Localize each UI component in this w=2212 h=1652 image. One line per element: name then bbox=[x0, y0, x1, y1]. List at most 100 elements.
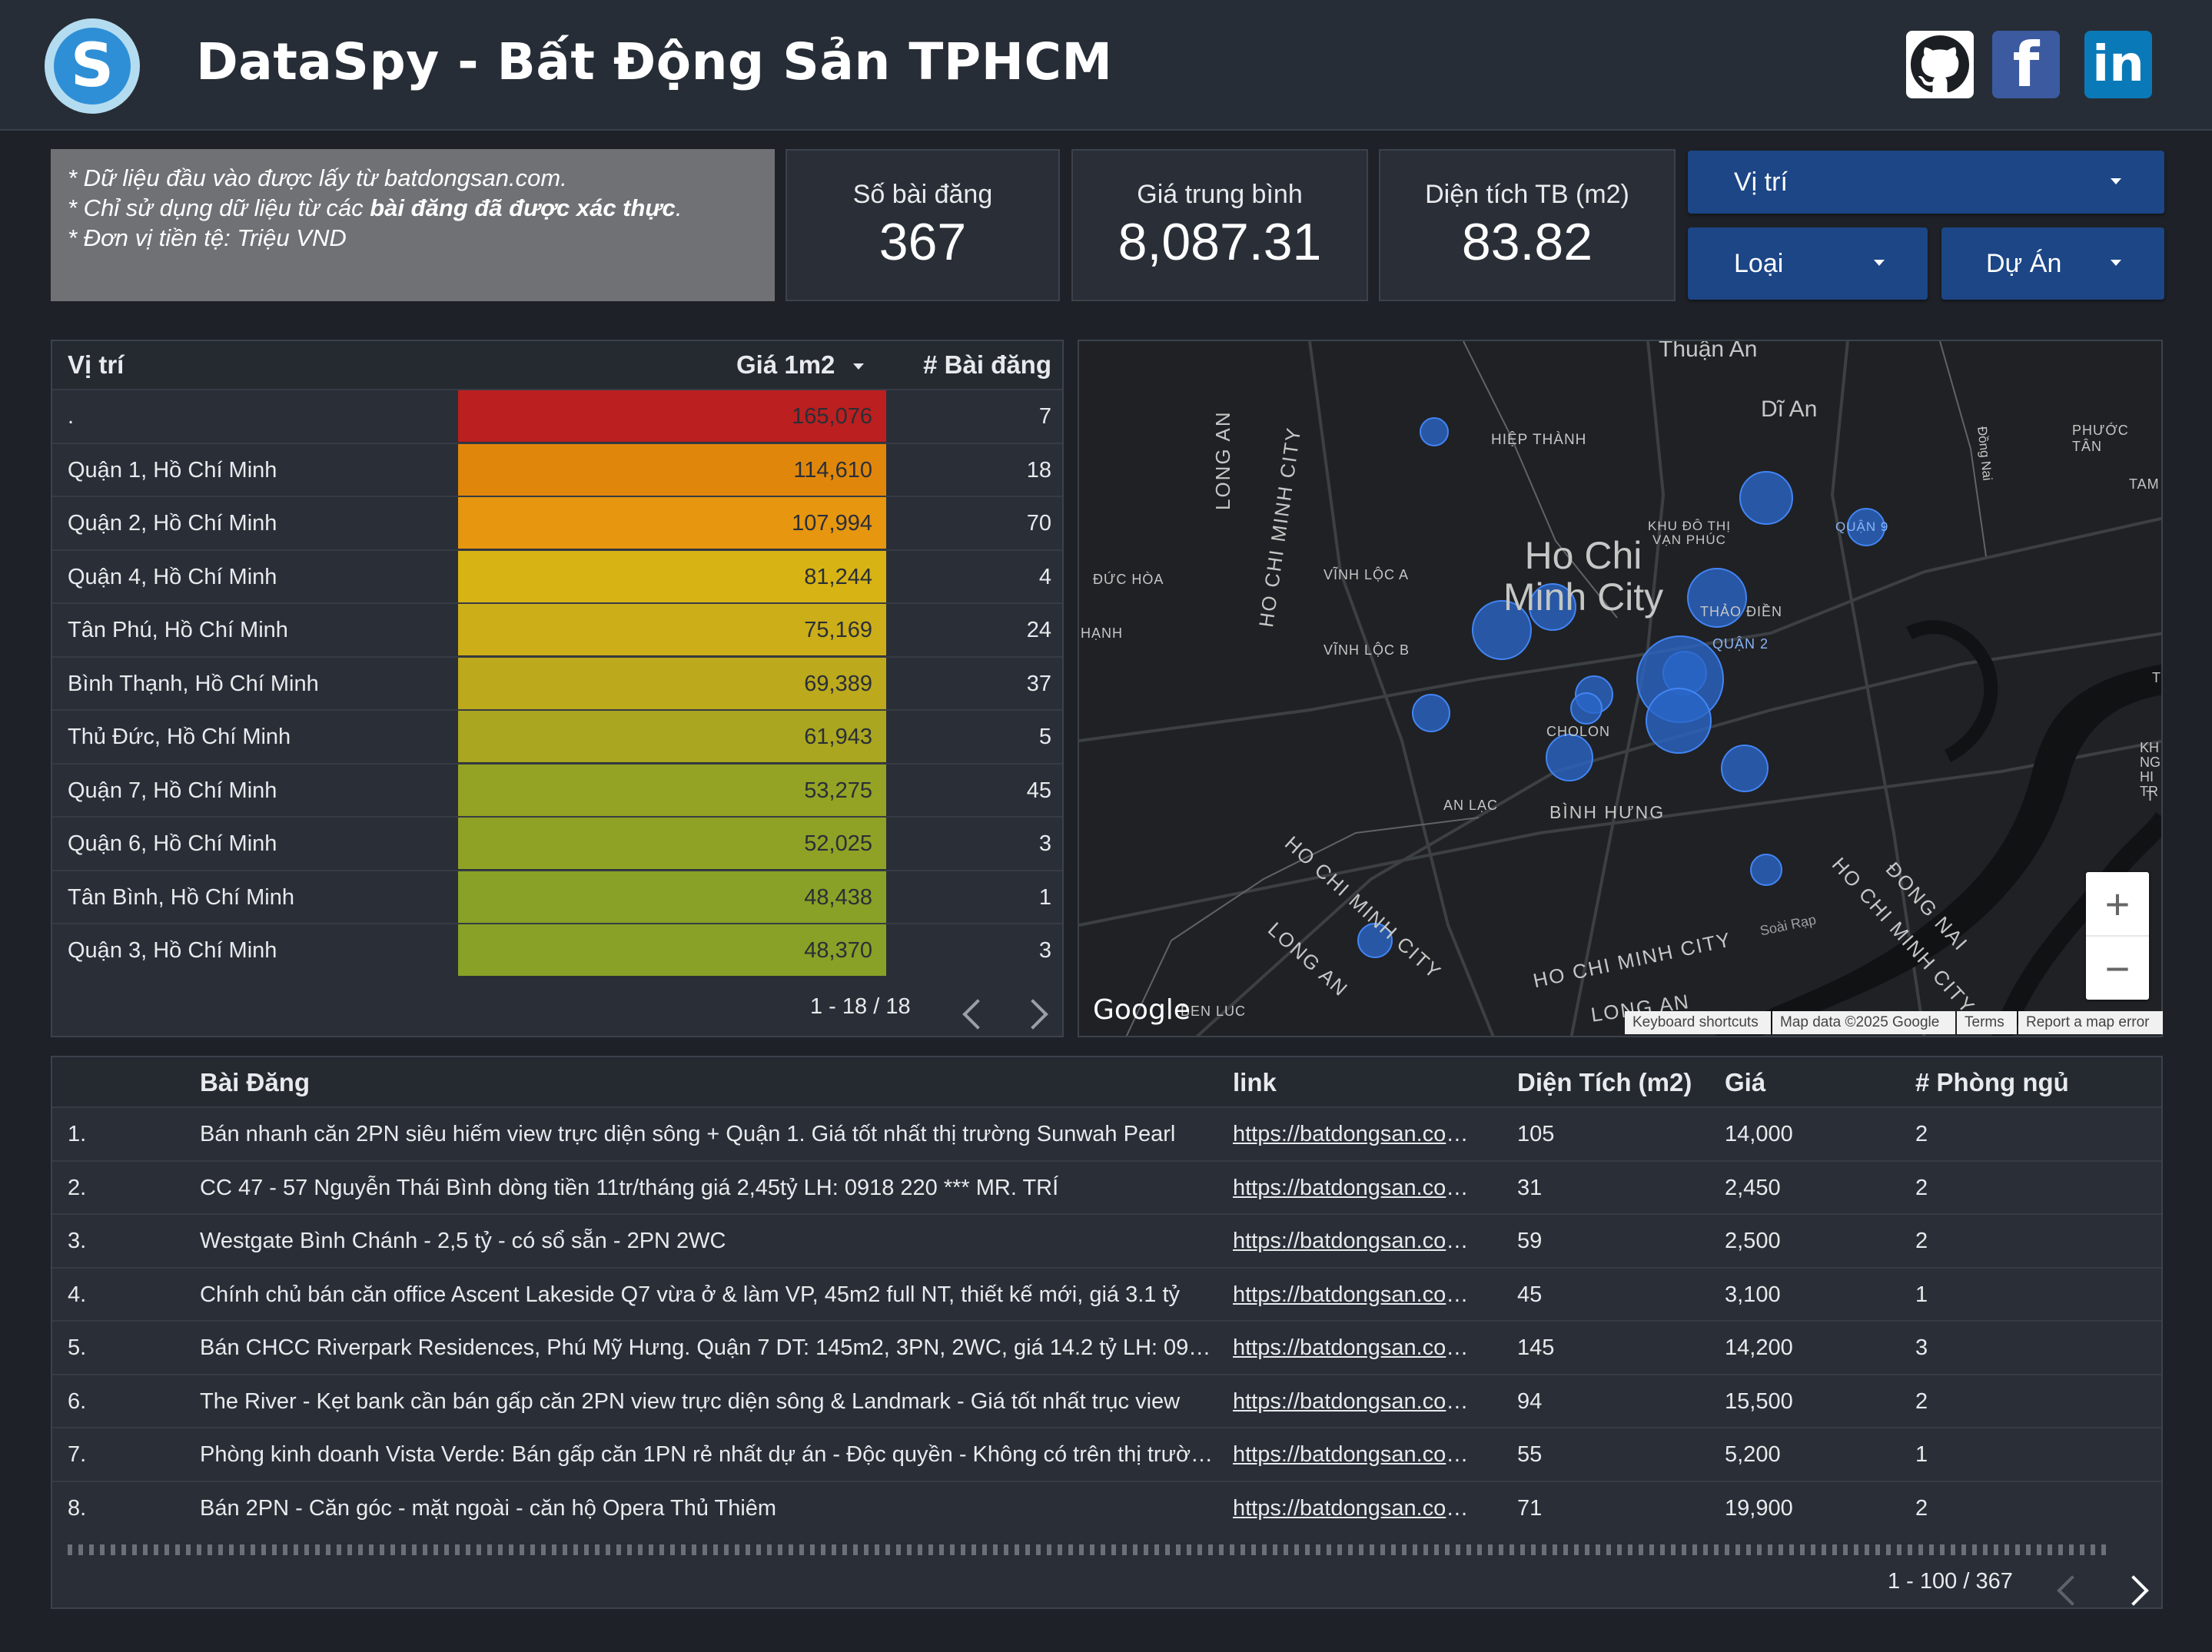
table-row[interactable]: Quận 1, Hồ Chí Minh 114,610 18 bbox=[52, 442, 1062, 497]
map-marker[interactable] bbox=[1739, 471, 1793, 525]
price-value: 61,943 bbox=[804, 725, 872, 749]
price-heat-cell: 48,370 bbox=[458, 924, 886, 976]
terms-link[interactable]: Terms bbox=[1957, 1011, 2017, 1034]
listing-link[interactable]: https://batdongsan.com.vn/... bbox=[1233, 1442, 1486, 1468]
table-row[interactable]: Quận 3, Hồ Chí Minh 48,370 3 bbox=[52, 923, 1062, 977]
table-row[interactable]: 1. Bán nhanh căn 2PN siêu hiếm view trực … bbox=[52, 1106, 2161, 1161]
table-row[interactable]: Tân Phú, Hồ Chí Minh 75,169 24 bbox=[52, 602, 1062, 657]
listing-area: 31 bbox=[1517, 1175, 1543, 1200]
col-header-price[interactable]: Giá bbox=[1725, 1068, 1765, 1097]
map-label: VĨNH LỘC A bbox=[1324, 567, 1410, 582]
table-row[interactable]: Thủ Đức, Hồ Chí Minh 61,943 5 bbox=[52, 709, 1062, 764]
linkedin-icon[interactable]: in bbox=[2084, 31, 2152, 98]
map-label: Dĩ An bbox=[1761, 396, 1818, 422]
project-filter[interactable]: Dự Án bbox=[1941, 227, 2164, 300]
table-row[interactable]: Quận 6, Hồ Chí Minh 52,025 3 bbox=[52, 816, 1062, 871]
map-label: TAM bbox=[2129, 476, 2160, 492]
prev-page-icon[interactable] bbox=[2057, 1575, 2087, 1606]
table-row[interactable]: 3. Westgate Bình Chánh - 2,5 tỷ - có sổ s… bbox=[52, 1213, 2161, 1268]
row-index: 2. bbox=[68, 1175, 87, 1200]
kpi-avg-price: Giá trung bình 8,087.31 bbox=[1071, 149, 1368, 301]
zoom-in-button[interactable]: + bbox=[2086, 872, 2149, 937]
map-marker[interactable] bbox=[1570, 692, 1603, 725]
zoom-out-button[interactable]: − bbox=[2086, 937, 2149, 1000]
map-label-line: KHU ĐÔ THỊ bbox=[1648, 519, 1731, 533]
map-marker[interactable] bbox=[1646, 688, 1712, 754]
listing-title: Bán CHCC Riverpark Residences, Phú Mỹ Hư… bbox=[200, 1335, 1214, 1360]
info-note: * Dữ liệu đầu vào được lấy từ batdongsan… bbox=[51, 149, 775, 301]
listing-title: Phòng kinh doanh Vista Verde: Bán gấp că… bbox=[200, 1442, 1214, 1467]
prev-page-icon[interactable] bbox=[962, 999, 993, 1030]
price-heat-cell: 69,389 bbox=[458, 657, 886, 709]
table-row[interactable]: Quận 2, Hồ Chí Minh 107,994 70 bbox=[52, 496, 1062, 550]
table-row[interactable]: Tân Bình, Hồ Chí Minh 48,438 1 bbox=[52, 869, 1062, 924]
kpi-label: Giá trung bình bbox=[1137, 180, 1303, 209]
table-row[interactable]: 6. The River - Kẹt bank cần bán gấp căn 2… bbox=[52, 1373, 2161, 1428]
listing-title: Westgate Bình Chánh - 2,5 tỷ - có sổ sẵn… bbox=[200, 1229, 726, 1253]
table-row[interactable]: 7. Phòng kinh doanh Vista Verde: Bán gấp … bbox=[52, 1427, 2161, 1481]
listing-link[interactable]: https://batdongsan.com.vn/... bbox=[1233, 1229, 1486, 1254]
row-index: 5. bbox=[68, 1335, 87, 1360]
table-row[interactable]: Quận 4, Hồ Chí Minh 81,244 4 bbox=[52, 549, 1062, 604]
map-marker[interactable] bbox=[1721, 745, 1769, 792]
next-page-icon[interactable] bbox=[2118, 1575, 2149, 1606]
table-row[interactable]: 4. Chính chủ bán căn office Ascent Lakesi… bbox=[52, 1266, 2161, 1322]
map-marker[interactable] bbox=[1750, 854, 1782, 886]
map-label: Thuận An bbox=[1659, 340, 1758, 362]
listing-link[interactable]: https://batdongsan.com.vn/... bbox=[1233, 1282, 1486, 1308]
listing-bedrooms: 3 bbox=[1915, 1335, 1928, 1360]
report-map-error-link[interactable]: Report a map error bbox=[2018, 1011, 2163, 1034]
listing-link[interactable]: https://batdongsan.com.vn/... bbox=[1233, 1122, 1486, 1147]
row-index: 8. bbox=[68, 1495, 87, 1521]
listing-bedrooms: 2 bbox=[1915, 1495, 1928, 1521]
col-header-price-label: Giá 1m2 bbox=[736, 350, 835, 379]
count-cell: 18 bbox=[1026, 457, 1051, 483]
price-heat-cell: 107,994 bbox=[458, 497, 886, 549]
keyboard-shortcuts-link[interactable]: Keyboard shortcuts bbox=[1625, 1011, 1771, 1034]
github-icon[interactable] bbox=[1906, 31, 1974, 98]
table-row[interactable]: 8. Bán 2PN - Căn góc - mặt ngoài - căn hộ… bbox=[52, 1480, 2161, 1535]
listing-bedrooms: 2 bbox=[1915, 1388, 1928, 1414]
dropdown-arrow-icon bbox=[1874, 260, 1885, 266]
listing-link[interactable]: https://batdongsan.com.vn/... bbox=[1233, 1176, 1486, 1201]
price-value: 75,169 bbox=[804, 618, 872, 642]
kpi-value: 367 bbox=[878, 213, 967, 271]
map-label: HẠNH bbox=[1081, 625, 1124, 641]
listing-link[interactable]: https://batdongsan.com.vn/... bbox=[1233, 1496, 1486, 1521]
table-row[interactable]: . 165,076 7 bbox=[52, 389, 1062, 443]
map-marker[interactable] bbox=[1420, 417, 1449, 446]
type-filter[interactable]: Loại bbox=[1688, 227, 1928, 300]
listing-bedrooms: 1 bbox=[1915, 1442, 1928, 1467]
listing-bedrooms: 1 bbox=[1915, 1282, 1928, 1307]
col-header-location[interactable]: Vị trí bbox=[68, 350, 124, 380]
count-cell: 7 bbox=[1038, 404, 1051, 429]
price-heat-cell: 114,610 bbox=[458, 443, 886, 496]
listing-link[interactable]: https://batdongsan.com.vn/... bbox=[1233, 1335, 1486, 1361]
google-logo: Google bbox=[1093, 994, 1191, 1026]
location-cell: Tân Bình, Hồ Chí Minh bbox=[68, 884, 294, 910]
table-row[interactable]: 5. Bán CHCC Riverpark Residences, Phú Mỹ … bbox=[52, 1320, 2161, 1375]
table-row[interactable]: Bình Thạnh, Hồ Chí Minh 69,389 37 bbox=[52, 655, 1062, 711]
map-label: PHƯỚC TÂN bbox=[2072, 423, 2129, 454]
col-header-title[interactable]: Bài Đăng bbox=[200, 1068, 310, 1097]
table-row[interactable]: Quận 7, Hồ Chí Minh 53,275 45 bbox=[52, 762, 1062, 818]
map-view[interactable]: Thuận An Dĩ An HIỆP THÀNH PHƯỚC TÂN TAM … bbox=[1078, 340, 2163, 1037]
listing-price: 3,100 bbox=[1725, 1282, 1781, 1307]
linkedin-letters: in bbox=[2092, 36, 2144, 93]
col-header-bedrooms[interactable]: # Phòng ngủ bbox=[1915, 1068, 2069, 1097]
map-marker[interactable] bbox=[1412, 694, 1450, 732]
dropdown-arrow-icon bbox=[2111, 260, 2121, 266]
facebook-icon[interactable]: f bbox=[1992, 29, 2060, 101]
col-header-area[interactable]: Diện Tích (m2) bbox=[1517, 1068, 1692, 1097]
table-row[interactable]: 2. CC 47 - 57 Nguyễn Thái Bình dòng tiền … bbox=[52, 1159, 2161, 1215]
col-header-link[interactable]: link bbox=[1233, 1068, 1277, 1097]
listing-link[interactable]: https://batdongsan.com.vn/... bbox=[1233, 1389, 1486, 1415]
next-page-icon[interactable] bbox=[1018, 999, 1048, 1030]
map-marker[interactable] bbox=[1546, 734, 1593, 781]
type-filter-label: Loại bbox=[1734, 249, 1784, 278]
listing-price: 2,450 bbox=[1725, 1175, 1781, 1200]
location-filter[interactable]: Vị trí bbox=[1688, 151, 2164, 214]
col-header-price[interactable]: Giá 1m2 bbox=[736, 350, 864, 380]
col-header-count[interactable]: # Bài đăng bbox=[923, 350, 1051, 380]
listing-price: 14,000 bbox=[1725, 1122, 1793, 1146]
